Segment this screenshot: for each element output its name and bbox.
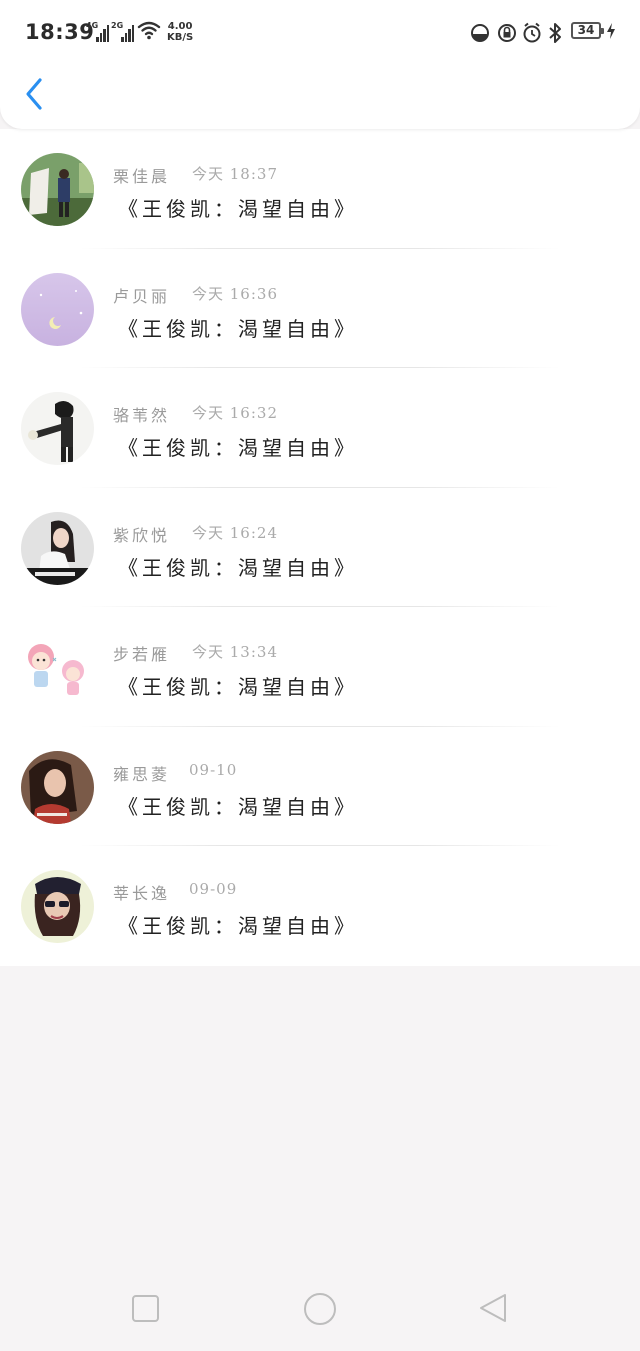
message-time: 今天 13:34 — [192, 643, 278, 661]
network-speed: 4.00 KB/S — [167, 21, 194, 43]
message-text: 《王俊凯：渴望自由》 — [118, 675, 358, 699]
sender-name: 雍思菱 — [113, 764, 171, 784]
list-item[interactable]: 紫欣悦 今天 16:24 《王俊凯：渴望自由》 — [0, 488, 640, 607]
sender-name: 莘长逸 — [113, 884, 171, 903]
avatar-purple-moon-icon — [21, 272, 94, 346]
bluetooth-icon — [549, 23, 561, 43]
sender-name: 步若雁 — [113, 645, 171, 664]
message-text: 《王俊凯：渴望自由》 — [118, 436, 358, 460]
avatar-woman-portrait-icon — [21, 750, 94, 824]
message-text: 《王俊凯：渴望自由》 — [118, 555, 358, 580]
sender-name: 卢贝丽 — [113, 286, 171, 306]
battery-level: 34 — [577, 23, 595, 37]
home-icon[interactable] — [302, 1291, 338, 1327]
message-time: 09-09 — [189, 880, 238, 898]
list-item[interactable]: 骆苇然 今天 16:32 《王俊凯：渴望自由》 — [0, 368, 640, 488]
list-item[interactable]: 栗佳晨 今天 18:37 《王俊凯：渴望自由》 — [0, 129, 640, 249]
message-time: 今天 16:24 — [192, 523, 278, 542]
avatar-girl-photo-icon — [21, 511, 94, 585]
top-bar: 18:39 4G 2G 4.00 KB/S 34 — [0, 0, 640, 129]
system-nav-bar — [0, 1270, 640, 1351]
avatar-wedding-couple-icon — [21, 153, 94, 226]
avatar[interactable] — [21, 750, 94, 824]
rotation-lock-icon — [498, 24, 516, 42]
sender-name: 紫欣悦 — [113, 525, 171, 545]
signal-bars-icon — [96, 25, 110, 42]
message-time: 今天 16:32 — [192, 404, 278, 422]
signal-bars-icon — [121, 25, 135, 42]
status-time: 18:39 — [25, 20, 95, 44]
status-bar: 18:39 4G 2G 4.00 KB/S 34 — [0, 0, 640, 64]
avatar[interactable] — [21, 631, 94, 704]
list-item[interactable]: 卢贝丽 今天 16:36 《王俊凯：渴望自由》 — [0, 249, 640, 368]
sender-name: 栗佳晨 — [113, 167, 171, 186]
message-text: 《王俊凯：渴望自由》 — [118, 914, 358, 938]
list-item[interactable]: 莘长逸 09-09 《王俊凯：渴望自由》 — [0, 846, 640, 966]
message-text: 《王俊凯：渴望自由》 — [118, 794, 358, 819]
list-item[interactable]: 雍思菱 09-10 《王俊凯：渴望自由》 — [0, 727, 640, 846]
message-text: 《王俊凯：渴望自由》 — [118, 197, 358, 221]
avatar[interactable] — [21, 392, 94, 465]
message-time: 今天 16:36 — [192, 284, 278, 303]
message-list: 栗佳晨 今天 18:37 《王俊凯：渴望自由》 卢贝丽 今天 16:36 《王俊… — [0, 129, 640, 966]
avatar[interactable] — [21, 272, 94, 346]
back-nav-icon[interactable] — [477, 1292, 509, 1324]
message-text: 《王俊凯：渴望自由》 — [118, 316, 358, 341]
battery-icon: 34 — [571, 22, 604, 39]
avatar[interactable] — [21, 870, 94, 943]
data-saver-icon — [471, 24, 489, 42]
wifi-icon — [137, 21, 161, 40]
alarm-icon — [523, 22, 541, 43]
avatar-girl-cap-icon — [21, 870, 94, 943]
avatar[interactable] — [21, 511, 94, 585]
message-time: 今天 18:37 — [192, 165, 278, 183]
status-icons-group — [471, 22, 561, 43]
message-time: 09-10 — [189, 760, 238, 779]
charging-icon — [607, 23, 615, 39]
avatar[interactable] — [21, 153, 94, 226]
avatar-anime-boy-icon — [21, 392, 94, 465]
back-arrow-icon[interactable] — [20, 74, 50, 114]
recent-apps-icon[interactable] — [131, 1294, 161, 1324]
sender-name: 骆苇然 — [113, 406, 171, 425]
avatar-cartoon-kids-icon — [21, 631, 94, 704]
list-item[interactable]: 步若雁 今天 13:34 《王俊凯：渴望自由》 — [0, 607, 640, 727]
